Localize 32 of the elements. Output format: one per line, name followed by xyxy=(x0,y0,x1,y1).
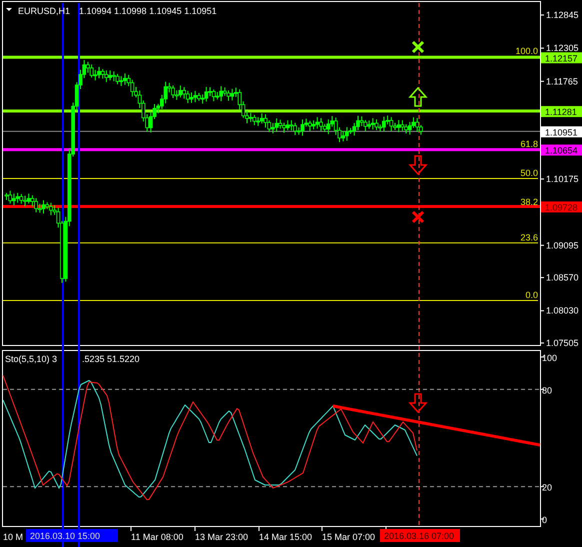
indicator-axis-label: 20 xyxy=(542,482,552,493)
price-tag: 1.11281 xyxy=(541,106,582,118)
dropdown-icon[interactable] xyxy=(6,8,12,11)
time-cursor-tag: 2016.03.10 15:00 xyxy=(26,529,118,542)
fib-level-label: 100.0 xyxy=(515,46,538,56)
price-axis-label: 1.07505 xyxy=(546,338,579,348)
price-axis-label: 1.08030 xyxy=(546,306,579,316)
time-axis-label: 13 Mar 23:00 xyxy=(195,532,248,542)
indicator-axis-label: 80 xyxy=(542,385,552,396)
price-axis-label: 1.10175 xyxy=(546,174,579,184)
price-axis-label: 1.11765 xyxy=(546,76,578,86)
indicator-axis-label: 100 xyxy=(542,353,558,363)
indicator-values: .5235 51.5220 xyxy=(82,354,140,364)
indicator-label: Sto(5,5,10) 3 xyxy=(5,354,58,364)
price-axis-label: 1.08570 xyxy=(546,272,579,283)
time-axis-label: 14 Mar 15:00 xyxy=(259,532,312,542)
price-axis-label: 1.09095 xyxy=(546,240,579,250)
time-axis-label: 11 Mar 08:00 xyxy=(131,532,184,542)
time-axis-label: 15 Mar 07:00 xyxy=(322,532,376,542)
price-tag: 1.10951 xyxy=(541,126,582,138)
price-tag: 1.09728 xyxy=(541,201,582,212)
fib-level-label: 50.0 xyxy=(520,168,538,178)
price-tag: 1.12157 xyxy=(541,52,582,64)
fib-level-label: 0.0 xyxy=(525,290,538,300)
time-cursor-tag: 2016.03.16 07:00 xyxy=(380,529,460,542)
time-axis-label: 10 M xyxy=(3,532,24,542)
fib-level-label: 23.6 xyxy=(520,232,538,242)
price-axis-label: 1.12305 xyxy=(546,43,579,54)
price-tag: 1.10654 xyxy=(541,144,582,156)
fib-level-label: 38.2 xyxy=(520,196,538,207)
price-axis-label: 1.12845 xyxy=(546,10,579,20)
fib-level-label: 61.8 xyxy=(520,139,538,150)
